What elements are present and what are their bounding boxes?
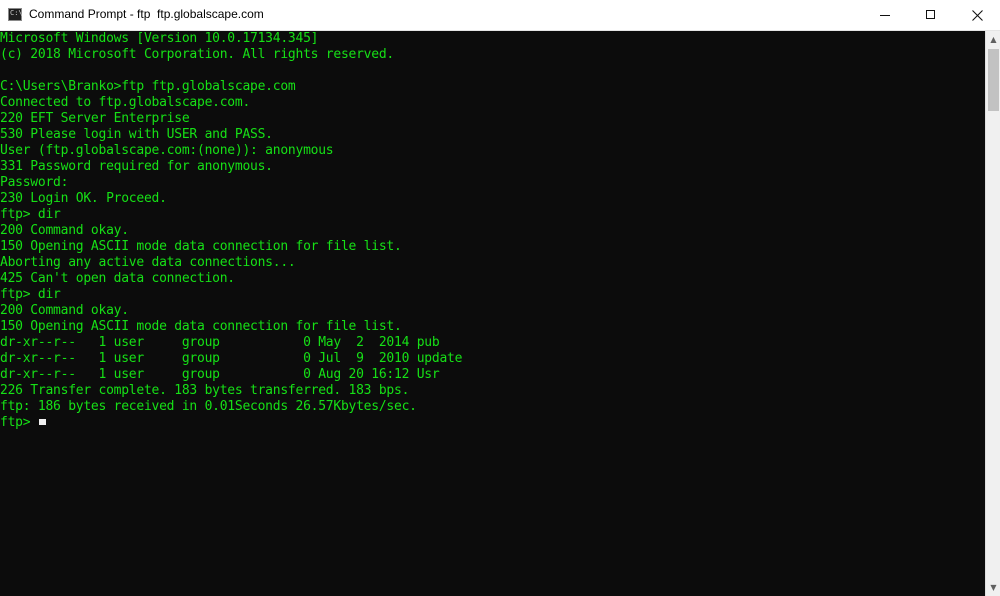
console-line: 230 Login OK. Proceed. [0,191,167,206]
console-line: Connected to ftp.globalscape.com. [0,95,251,110]
close-button[interactable] [954,0,1000,30]
console-line: 425 Can't open data connection. [0,271,235,286]
console-line: ftp: 186 bytes received in 0.01Seconds 2… [0,399,417,414]
console-line: dr-xr--r-- 1 user group 0 May 2 2014 pub [0,335,440,350]
console-line: 331 Password required for anonymous. [0,159,273,174]
console-line: Microsoft Windows [Version 10.0.17134.34… [0,31,319,46]
console-line: (c) 2018 Microsoft Corporation. All righ… [0,47,394,62]
scroll-thumb[interactable] [988,49,999,111]
console-output[interactable]: Microsoft Windows [Version 10.0.17134.34… [0,31,985,596]
console-line: Password: [0,175,69,190]
console-line: 226 Transfer complete. 183 bytes transfe… [0,383,410,398]
console-line: ftp> dir [0,287,61,302]
vertical-scrollbar[interactable]: ▲ ▼ [985,31,1000,596]
maximize-button[interactable] [908,0,954,30]
console-line: dr-xr--r-- 1 user group 0 Aug 20 16:12 U… [0,367,440,382]
console-line: C:\Users\Branko>ftp ftp.globalscape.com [0,79,296,94]
console-line: 150 Opening ASCII mode data connection f… [0,239,402,254]
minimize-button[interactable] [862,0,908,30]
close-icon [972,10,983,21]
console-prompt: ftp> [0,415,38,430]
minimize-icon [880,15,890,16]
scroll-up-arrow-icon[interactable]: ▲ [986,31,1000,48]
command-prompt-window: C:\ Command Prompt - ftp ftp.globalscape… [0,0,1000,596]
title-bar[interactable]: C:\ Command Prompt - ftp ftp.globalscape… [0,0,1000,31]
console-icon: C:\ [8,8,23,21]
console-line: User (ftp.globalscape.com:(none)): anony… [0,143,334,158]
console-line: 200 Command okay. [0,303,129,318]
console-line: dr-xr--r-- 1 user group 0 Jul 9 2010 upd… [0,351,463,366]
console-line: 530 Please login with USER and PASS. [0,127,273,142]
console-line: ftp> dir [0,207,61,222]
console-line: 200 Command okay. [0,223,129,238]
console-line: Aborting any active data connections... [0,255,296,270]
scroll-down-arrow-icon[interactable]: ▼ [986,579,1000,596]
window-title: Command Prompt - ftp ftp.globalscape.com [29,7,264,21]
console-line: 220 EFT Server Enterprise [0,111,190,126]
console-line: 150 Opening ASCII mode data connection f… [0,319,402,334]
maximize-icon [926,10,935,19]
text-cursor [39,419,46,425]
